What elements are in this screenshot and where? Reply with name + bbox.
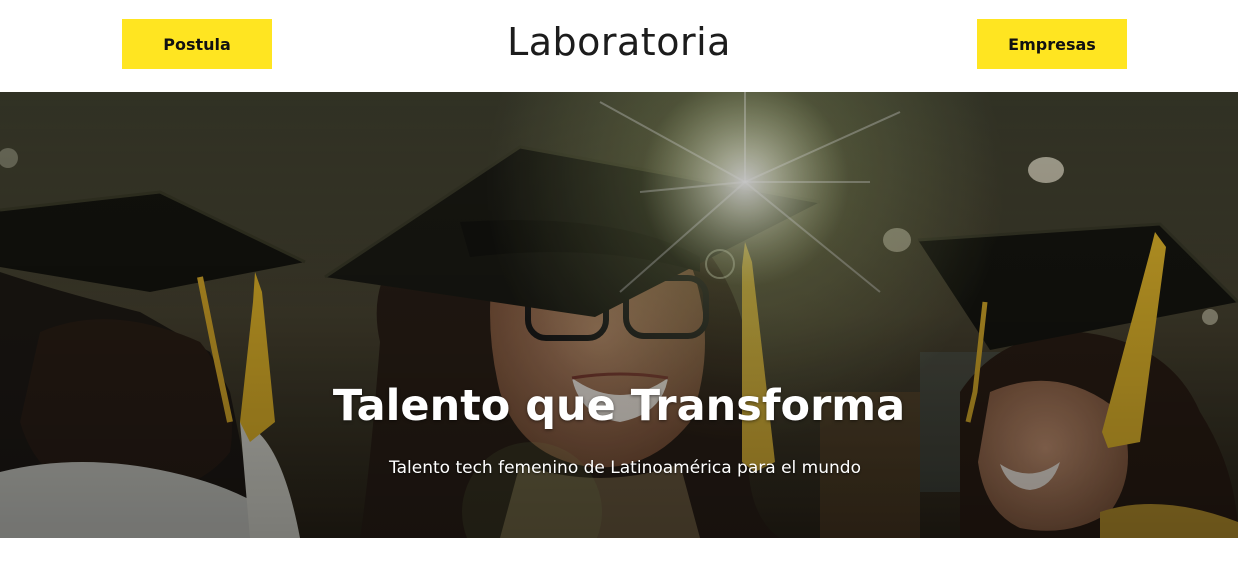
hero-subtitle: Talento tech femenino de Latinoamérica p…: [389, 458, 861, 478]
hero-banner: Talento que Transforma Talento tech feme…: [0, 92, 1238, 538]
empresas-button[interactable]: Empresas: [977, 19, 1127, 69]
hero-title: Talento que Transforma: [332, 381, 906, 431]
page-bottom-space: [0, 538, 1238, 575]
site-header: Postula Laboratoria Empresas: [0, 0, 1238, 92]
